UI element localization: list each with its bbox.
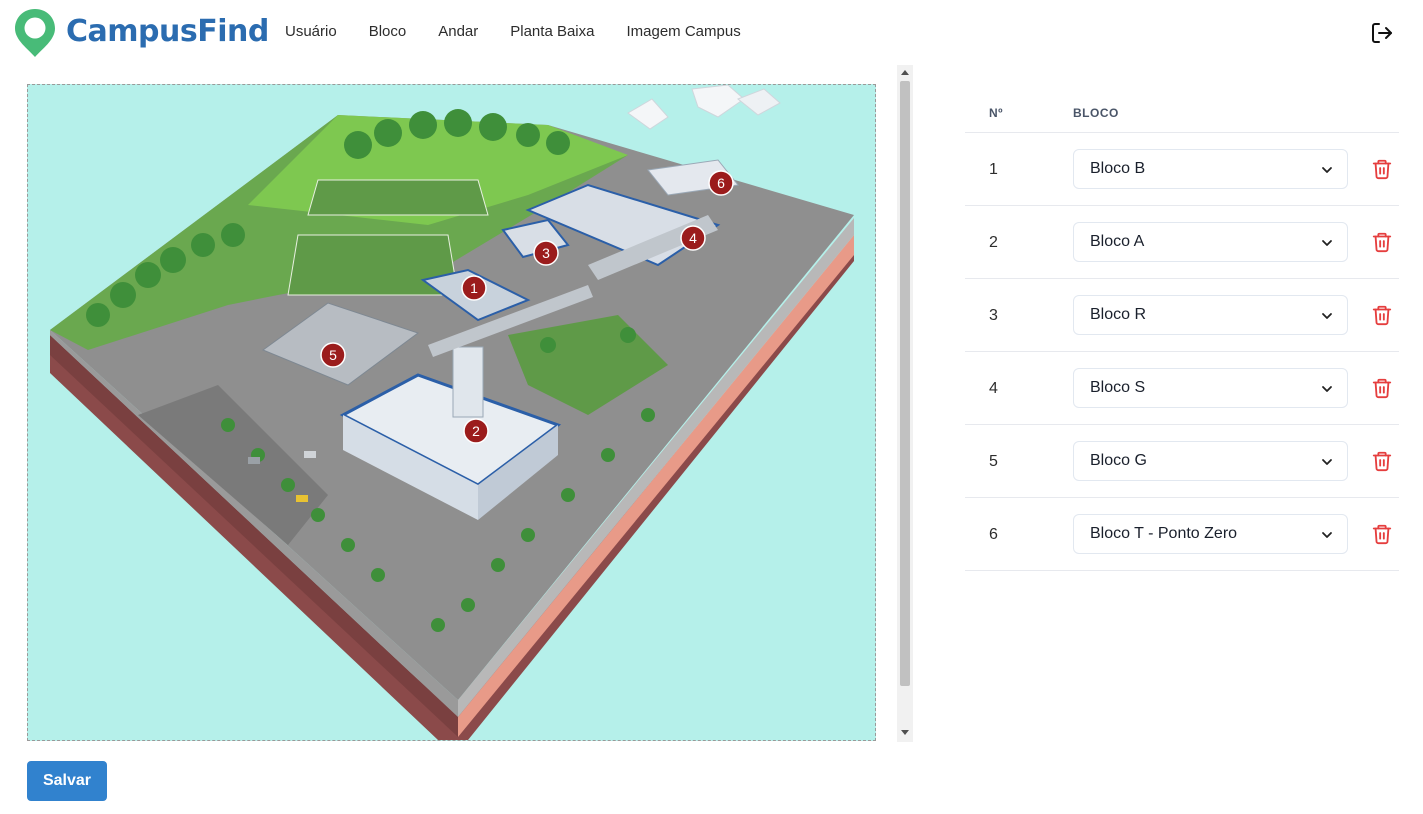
chevron-down-icon bbox=[1322, 240, 1332, 246]
cloud-shapes bbox=[627, 85, 781, 130]
row-number: 4 bbox=[989, 380, 998, 397]
bloco-select-value: Bloco B bbox=[1090, 160, 1146, 177]
marker-label: 1 bbox=[470, 280, 478, 296]
save-button[interactable]: Salvar bbox=[27, 761, 107, 801]
marker-label: 6 bbox=[717, 175, 725, 191]
row-number: 3 bbox=[989, 307, 998, 324]
scroll-up-arrow-icon[interactable] bbox=[901, 70, 909, 75]
nav-item-usuario[interactable]: Usuário bbox=[285, 23, 337, 40]
chevron-down-icon bbox=[1322, 532, 1332, 538]
bloco-select-value: Bloco A bbox=[1090, 233, 1145, 250]
marker-label: 4 bbox=[689, 230, 697, 246]
chevron-down-icon bbox=[1322, 313, 1332, 319]
nav-item-andar[interactable]: Andar bbox=[438, 23, 478, 40]
column-header-bloco: BLOCO bbox=[1073, 106, 1119, 120]
table-row: 3 Bloco R bbox=[965, 279, 1399, 352]
trash-icon[interactable] bbox=[1371, 304, 1393, 326]
map-marker-4[interactable]: 4 bbox=[680, 225, 706, 251]
scroll-thumb[interactable] bbox=[900, 81, 910, 686]
row-number: 2 bbox=[989, 234, 998, 251]
row-number: 5 bbox=[989, 453, 998, 470]
trash-icon[interactable] bbox=[1371, 523, 1393, 545]
campus-map[interactable]: 1 2 3 4 5 6 bbox=[27, 84, 876, 741]
scroll-down-arrow-icon[interactable] bbox=[901, 730, 909, 735]
map-marker-5[interactable]: 5 bbox=[320, 342, 346, 368]
map-marker-2[interactable]: 2 bbox=[463, 418, 489, 444]
marker-label: 3 bbox=[542, 245, 550, 261]
trash-icon[interactable] bbox=[1371, 158, 1393, 180]
nav-item-planta-baixa[interactable]: Planta Baixa bbox=[510, 23, 594, 40]
marker-label: 5 bbox=[329, 347, 337, 363]
trash-icon[interactable] bbox=[1371, 377, 1393, 399]
top-header: CampusFind Usuário Bloco Andar Planta Ba… bbox=[0, 0, 1423, 64]
table-row: 5 Bloco G bbox=[965, 425, 1399, 498]
map-pin-icon bbox=[15, 9, 55, 57]
campus-map-image[interactable]: 1 2 3 4 5 6 bbox=[28, 85, 875, 740]
map-marker-6[interactable]: 6 bbox=[708, 170, 734, 196]
nav-item-bloco[interactable]: Bloco bbox=[369, 23, 407, 40]
chevron-down-icon bbox=[1322, 386, 1332, 392]
table-row: 4 Bloco S bbox=[965, 352, 1399, 425]
bloco-select[interactable]: Bloco A bbox=[1073, 222, 1348, 262]
bloco-select-value: Bloco S bbox=[1090, 379, 1146, 396]
table-row: 2 Bloco A bbox=[965, 206, 1399, 279]
row-number: 1 bbox=[989, 161, 998, 178]
table-header: Nº BLOCO bbox=[965, 94, 1399, 133]
bloco-select[interactable]: Bloco T - Ponto Zero bbox=[1073, 514, 1348, 554]
bloco-select-value: Bloco T - Ponto Zero bbox=[1090, 525, 1238, 542]
column-header-number: Nº bbox=[989, 106, 1004, 120]
row-number: 6 bbox=[989, 526, 998, 543]
map-marker-3[interactable]: 3 bbox=[533, 240, 559, 266]
bloco-select[interactable]: Bloco B bbox=[1073, 149, 1348, 189]
bloco-select-value: Bloco R bbox=[1090, 306, 1147, 323]
map-marker-1[interactable]: 1 bbox=[461, 275, 487, 301]
nav-item-imagem-campus[interactable]: Imagem Campus bbox=[626, 23, 740, 40]
block-table: Nº BLOCO 1 Bloco B 2 Bloco A 3 Bloco R 4… bbox=[965, 94, 1399, 571]
table-row: 1 Bloco B bbox=[965, 133, 1399, 206]
bloco-select[interactable]: Bloco G bbox=[1073, 441, 1348, 481]
table-row: 6 Bloco T - Ponto Zero bbox=[965, 498, 1399, 571]
main-nav: Usuário Bloco Andar Planta Baixa Imagem … bbox=[285, 23, 773, 40]
chevron-down-icon bbox=[1322, 459, 1332, 465]
trash-icon[interactable] bbox=[1371, 450, 1393, 472]
bloco-select[interactable]: Bloco R bbox=[1073, 295, 1348, 335]
bloco-select[interactable]: Bloco S bbox=[1073, 368, 1348, 408]
app-name: CampusFind bbox=[66, 13, 269, 49]
bloco-select-value: Bloco G bbox=[1090, 452, 1147, 469]
chevron-down-icon bbox=[1322, 167, 1332, 173]
marker-label: 2 bbox=[472, 423, 480, 439]
app-logo[interactable]: CampusFind bbox=[14, 8, 269, 58]
map-scrollbar[interactable] bbox=[897, 65, 913, 742]
logout-icon[interactable] bbox=[1370, 21, 1394, 45]
trash-icon[interactable] bbox=[1371, 231, 1393, 253]
